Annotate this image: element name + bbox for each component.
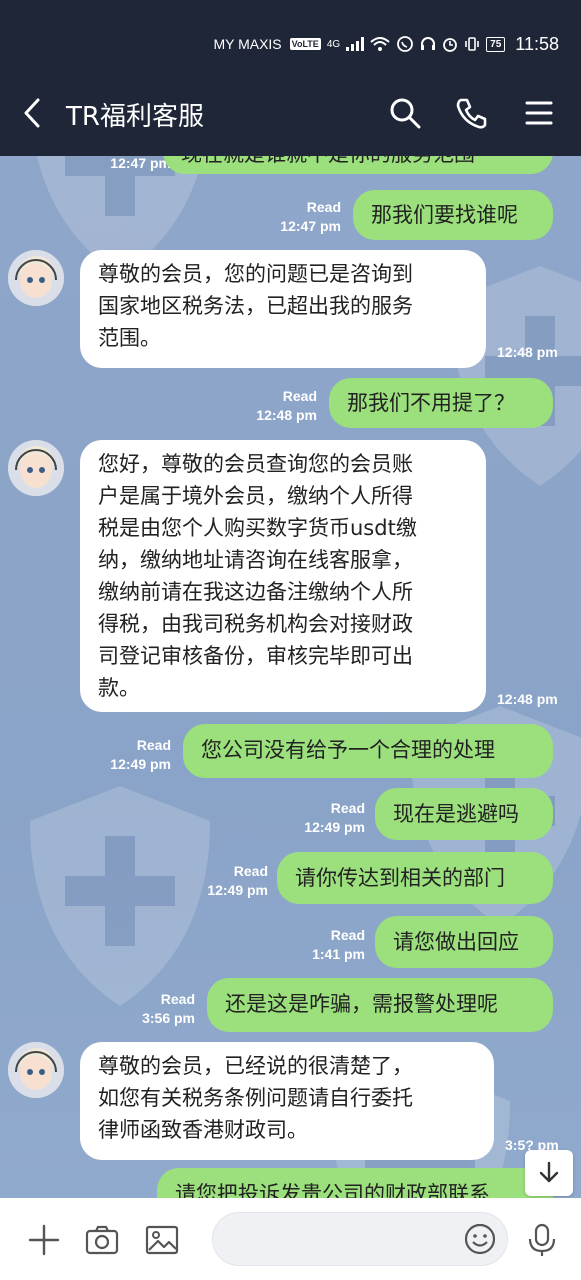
message-meta: Read 12:47 pm [221,198,341,236]
outgoing-message[interactable]: 还是这是咋骗，需报警处理呢 [207,978,553,1032]
microphone-icon[interactable] [524,1222,560,1258]
outgoing-message[interactable]: 那我们不用提了？ [329,378,553,428]
message-meta: Read 12:49 pm [245,799,365,837]
whatsapp-icon [397,36,414,52]
outgoing-message[interactable]: 现在就是谁就不是你的服务范围 [163,156,553,174]
status-bar: MY MAXIS VoLTE 4G 75 11:58 [213,32,559,56]
carrier-name: MY MAXIS [213,36,282,52]
message-time: 12:48 pm [256,407,317,423]
camera-icon[interactable] [84,1222,120,1258]
read-status: Read [233,863,268,879]
avatar[interactable] [8,440,64,496]
incoming-message[interactable]: 您好，尊敬的会员查询您的会员账 户是属于境外会员，缴纳个人所得 税是由您个人购买… [80,440,486,712]
battery-icon: 75 [486,36,506,52]
outgoing-message[interactable]: 那我们要找谁呢 [353,190,553,240]
avatar[interactable] [8,1042,64,1098]
incoming-message[interactable]: 尊敬的会员，已经说的很清楚了， 如您有关税务条例问题请自行委托 律师函致香港财政… [80,1042,494,1160]
message-meta: Read 12:48 pm [197,387,317,425]
message-time: 12:48 pm [497,344,558,360]
read-status: Read [136,737,171,753]
alarm-icon [443,38,458,52]
chat-area[interactable]: 12:47 pm 现在就是谁就不是你的服务范围 Read 12:47 pm 那我… [0,156,581,1198]
message-time: 12:47 pm [110,156,171,171]
agent-avatar-icon [8,440,64,496]
incoming-message[interactable]: 尊敬的会员，您的问题已是咨询到 国家地区税务法，已超出我的服务 范围。 [80,250,486,368]
message-time: 12:49 pm [110,756,171,772]
read-status: Read [330,927,365,943]
message-meta: Read 12:49 pm [51,736,171,774]
top-bar: MY MAXIS VoLTE 4G 75 11:58 TR福利客服 [0,0,581,156]
chat-title: TR福利客服 [66,102,204,132]
read-status: Read [282,388,317,404]
message-meta: Read 12:49 pm [148,862,268,900]
message-meta: Read 1:41 pm [245,926,365,964]
back-arrow-icon[interactable] [18,96,48,130]
message-time: 12:49 pm [304,819,365,835]
message-time: 12:48 pm [497,691,558,707]
message-meta: 12:47 pm [51,156,171,173]
outgoing-message[interactable]: 请你传达到相关的部门 [277,852,553,904]
avatar[interactable] [8,250,64,306]
clock: 11:58 [515,33,559,54]
headset-icon [421,37,436,50]
message-time: 1:41 pm [312,946,365,962]
agent-avatar-icon [8,1042,64,1098]
plus-icon[interactable] [26,1222,62,1258]
vibrate-icon [465,37,479,51]
message-time: 12:47 pm [280,218,341,234]
message-time: 12:49 pm [207,882,268,898]
outgoing-message[interactable]: 请您把投诉发贵公司的财政部联系 [157,1168,553,1198]
wifi-icon [370,37,390,51]
agent-avatar-icon [8,250,64,306]
emoji-icon[interactable] [462,1221,498,1257]
menu-icon[interactable] [522,96,556,130]
arrow-down-icon [539,1161,559,1183]
read-status: Read [306,199,341,215]
chat-header: TR福利客服 [0,80,581,146]
outgoing-message[interactable]: 请您做出回应 [375,916,553,968]
outgoing-message[interactable]: 您公司没有给予一个合理的处理 [183,724,553,778]
read-status: Read [160,991,195,1007]
network-type: 4G [326,38,341,50]
phone-icon[interactable] [455,96,489,130]
search-icon[interactable] [388,96,422,130]
image-icon[interactable] [144,1222,180,1258]
outgoing-message[interactable]: 现在是逃避吗 [375,788,553,840]
scroll-to-bottom-button[interactable] [525,1150,573,1196]
volte-badge: VoLTE [289,38,321,50]
message-time: 3:56 pm [142,1010,195,1026]
message-meta: Read 3:56 pm [75,990,195,1028]
bottom-input-bar [0,1198,581,1280]
read-status: Read [330,800,365,816]
signal-icon [346,37,365,51]
